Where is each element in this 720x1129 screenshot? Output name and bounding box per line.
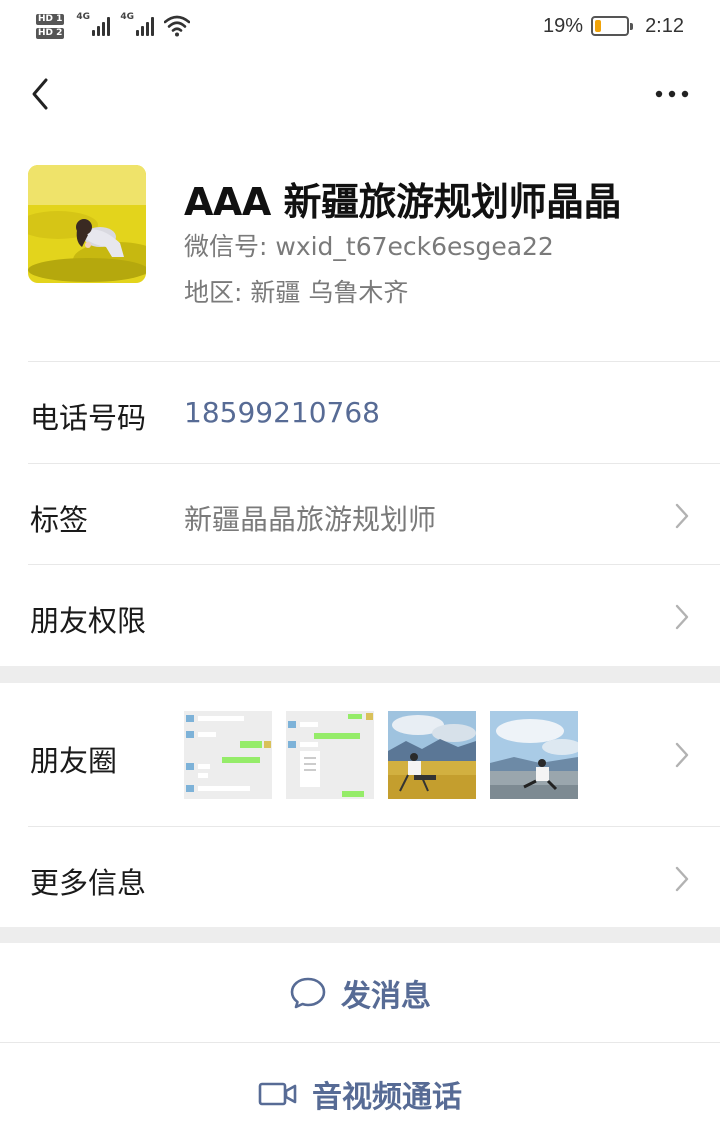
- sim2-badge: HD 2: [36, 27, 65, 39]
- moments-thumbnail[interactable]: [490, 711, 578, 799]
- signal-icon: 4G: [76, 12, 111, 36]
- friend-permissions-row[interactable]: 朋友权限: [0, 565, 720, 666]
- divider: [0, 1042, 720, 1043]
- chevron-right-icon: [675, 604, 689, 630]
- tags-label: 标签: [30, 503, 89, 537]
- battery-icon: [591, 16, 634, 36]
- nav-bar: [0, 62, 720, 126]
- friend-permissions-label: 朋友权限: [30, 604, 147, 638]
- send-message-button[interactable]: 发消息: [0, 943, 720, 1043]
- more-info-row[interactable]: 更多信息: [0, 827, 720, 927]
- chevron-right-icon: [675, 742, 689, 768]
- moments-row[interactable]: 朋友圈: [0, 683, 720, 826]
- ellipsis-icon[interactable]: [654, 82, 690, 106]
- sim1-badge: HD 1: [36, 13, 65, 25]
- send-message-label: 发消息: [341, 979, 431, 1014]
- network-type-2: 4G: [120, 12, 135, 22]
- chevron-right-icon: [675, 503, 689, 529]
- status-bar-left: HD 1 HD 2 4G 4G: [36, 10, 191, 42]
- video-call-label: 音视频通话: [312, 1080, 462, 1115]
- tags-value: 新疆晶晶旅游规划师: [184, 503, 437, 536]
- region: 地区: 新疆 乌鲁木齐: [184, 278, 409, 307]
- avatar[interactable]: [28, 165, 146, 283]
- more-info-label: 更多信息: [30, 866, 147, 900]
- contact-name: AAA 新疆旅游规划师晶晶: [184, 180, 621, 224]
- moments-label: 朋友圈: [30, 744, 118, 778]
- moments-thumbnails: [184, 711, 578, 799]
- signal-icon: 4G: [120, 12, 155, 36]
- profile-header: AAA 新疆旅游规划师晶晶 微信号: wxid_t67eck6esgea22 地…: [0, 163, 720, 363]
- moments-thumbnail[interactable]: [184, 711, 272, 799]
- status-bar: HD 1 HD 2 4G 4G 19% 2:12: [0, 0, 720, 50]
- wechat-id: 微信号: wxid_t67eck6esgea22: [184, 232, 554, 261]
- video-camera-icon: [258, 1082, 297, 1106]
- wifi-icon: [164, 15, 191, 37]
- sim-indicators: HD 1 HD 2: [36, 13, 65, 39]
- phone-label: 电话号码: [30, 401, 147, 435]
- battery-level: [595, 20, 601, 32]
- tags-row[interactable]: 标签 新疆晶晶旅游规划师: [0, 464, 720, 564]
- battery-percent: 19%: [543, 14, 584, 37]
- status-bar-right: 19% 2:12: [543, 12, 684, 40]
- chat-bubble-icon: [290, 977, 326, 1009]
- network-type-1: 4G: [76, 12, 91, 22]
- phone-number-link[interactable]: 18599210768: [184, 396, 380, 429]
- chevron-left-icon[interactable]: [22, 74, 62, 114]
- video-call-button[interactable]: 音视频通话: [0, 1044, 720, 1129]
- moments-thumbnail[interactable]: [388, 711, 476, 799]
- phone-row: 电话号码 18599210768: [0, 362, 720, 463]
- section-gap: [0, 927, 720, 943]
- section-gap: [0, 666, 720, 683]
- chevron-right-icon: [675, 866, 689, 892]
- moments-thumbnail[interactable]: [286, 711, 374, 799]
- clock: 2:12: [645, 14, 684, 37]
